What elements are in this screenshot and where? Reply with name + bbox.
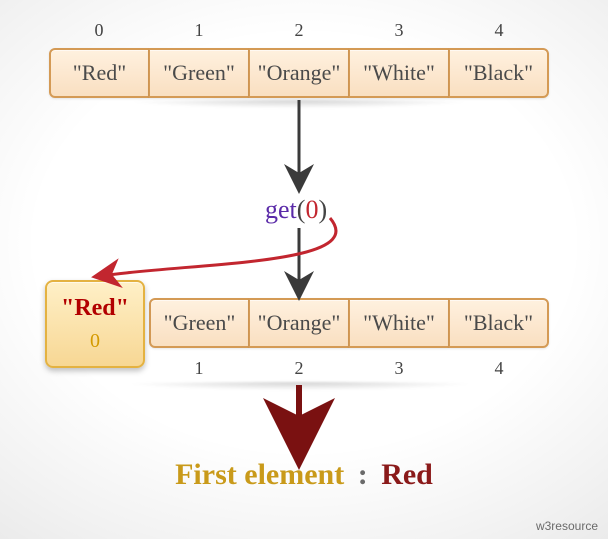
operation-fn: get <box>265 195 297 224</box>
bottom-row-shadow <box>45 382 555 394</box>
top-cell-1: "Green" <box>149 48 249 98</box>
operation-label: get(0) <box>265 195 327 225</box>
bottom-cell-4: "Black" <box>449 298 549 348</box>
top-cell-3: "White" <box>349 48 449 98</box>
arrow-op-to-highlight <box>100 218 336 276</box>
bottom-cell-3: "White" <box>349 298 449 348</box>
bottom-cell-2: "Orange" <box>249 298 349 348</box>
top-cell-2: "Orange" <box>249 48 349 98</box>
top-row-shadow <box>49 100 549 112</box>
operation-paren-close: ) <box>318 195 327 224</box>
bottom-index-1: 1 <box>179 358 219 379</box>
result-label: First element <box>175 458 344 491</box>
top-cell-0: "Red" <box>49 48 149 98</box>
result-line: First element : Red <box>0 458 608 492</box>
top-index-2: 2 <box>279 20 319 41</box>
top-index-3: 3 <box>379 20 419 41</box>
bottom-index-3: 3 <box>379 358 419 379</box>
result-separator: : <box>352 458 374 491</box>
operation-arg: 0 <box>305 195 318 224</box>
top-index-0: 0 <box>79 20 119 41</box>
highlighted-value: "Red" <box>61 295 129 322</box>
bottom-cell-1: "Green" <box>149 298 249 348</box>
watermark: w3resource <box>536 519 598 533</box>
top-cell-4: "Black" <box>449 48 549 98</box>
top-index-1: 1 <box>179 20 219 41</box>
bottom-index-2: 2 <box>279 358 319 379</box>
diagram-stage: 0 1 2 3 4 "Red" "Green" "Orange" "White"… <box>0 0 608 539</box>
top-list-row: "Red" "Green" "Orange" "White" "Black" <box>49 48 549 98</box>
bottom-index-4: 4 <box>479 358 519 379</box>
bottom-list-row: "Green" "Orange" "White" "Black" <box>149 298 549 348</box>
highlighted-cell-0: "Red" 0 <box>45 280 145 368</box>
result-value: Red <box>381 458 433 491</box>
highlighted-index: 0 <box>90 330 100 353</box>
top-index-4: 4 <box>479 20 519 41</box>
